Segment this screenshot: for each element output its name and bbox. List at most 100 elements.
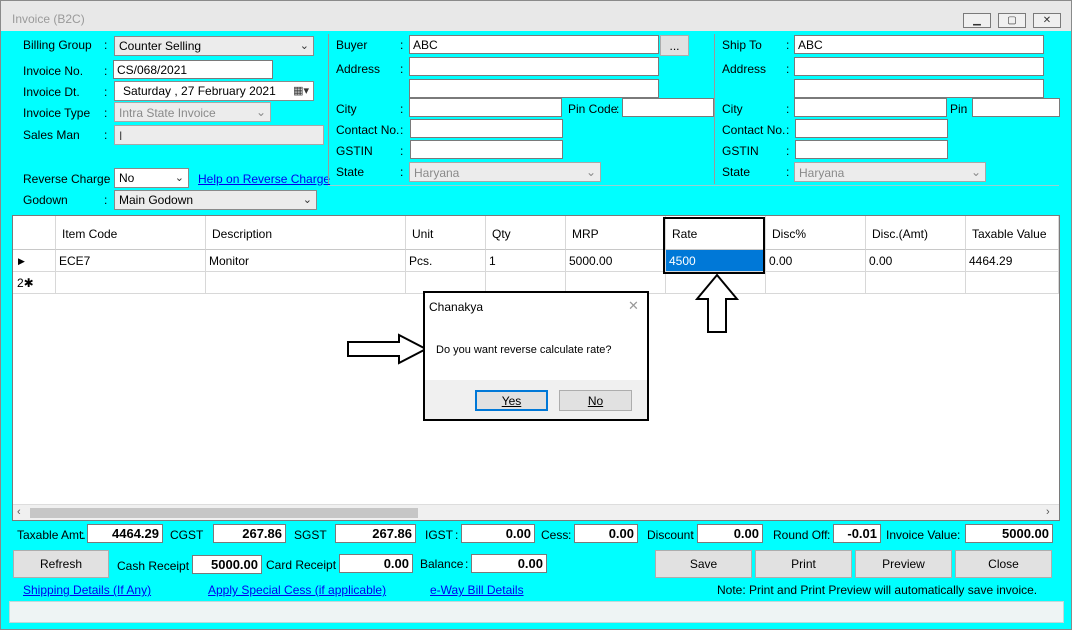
cell-qty[interactable]: 1 (486, 250, 566, 272)
buyer-address-line2[interactable] (409, 79, 659, 98)
scroll-left-icon[interactable]: ‹ (17, 506, 21, 518)
row-selector-icon[interactable]: ▶ (13, 250, 56, 272)
invoice-type-select: Intra State Invoice ⌄ (114, 102, 271, 122)
chevron-down-icon: ⌄ (585, 165, 596, 179)
no-button[interactable]: No (559, 390, 632, 411)
preview-button[interactable]: Preview (855, 550, 952, 578)
yes-button[interactable]: Yes (475, 390, 548, 411)
column-header-item-code[interactable]: Item Code (56, 216, 206, 250)
buyer-field[interactable]: ABC (409, 35, 659, 54)
confirm-dialog: Chanakya ✕ Do you want reverse calculate… (423, 291, 649, 421)
close-button[interactable]: Close (955, 550, 1052, 578)
close-icon: ✕ (1042, 15, 1052, 26)
scrollbar-thumb[interactable] (30, 508, 418, 518)
row-header-corner (13, 216, 56, 250)
window-title: Invoice (B2C) (12, 12, 85, 26)
up-arrow-icon (695, 273, 739, 333)
close-window-button[interactable]: ✕ (1033, 13, 1061, 28)
sales-man-label: Sales Man (23, 128, 80, 142)
cell-disc-pct[interactable]: 0.00 (766, 250, 866, 272)
card-receipt-field[interactable]: 0.00 (339, 554, 413, 573)
sales-man-field[interactable]: I (114, 125, 324, 145)
cess-value: 0.00 (574, 524, 638, 543)
new-row-marker[interactable]: 2✱ (13, 272, 56, 294)
chevron-down-icon: ⌄ (970, 165, 981, 179)
new-row-cell[interactable] (866, 272, 966, 294)
pin-code-label: Pin Code (568, 102, 618, 116)
cell-unit[interactable]: Pcs. (406, 250, 486, 272)
cell-disc-amt[interactable]: 0.00 (866, 250, 966, 272)
ship-state-select: Haryana ⌄ (794, 162, 986, 182)
buyer-gstin-field[interactable] (410, 140, 563, 159)
contact-label: Contact No. (336, 123, 400, 137)
cash-receipt-field[interactable]: 5000.00 (192, 555, 262, 574)
title-bar: Invoice (B2C) ▁ ▢ ✕ (1, 1, 1071, 31)
reverse-charge-select[interactable]: No ⌄ (114, 168, 189, 188)
godown-select[interactable]: Main Godown ⌄ (114, 190, 317, 210)
taxable-amt-value: 4464.29 (87, 524, 163, 543)
cell-item-code[interactable]: ECE7 (56, 250, 206, 272)
godown-label: Godown (23, 193, 68, 207)
ship-pin-field[interactable] (972, 98, 1060, 117)
shipping-details-link[interactable]: Shipping Details (If Any) (23, 583, 151, 597)
cell-taxable-value[interactable]: 4464.29 (966, 250, 1059, 272)
ship-gstin-field[interactable] (795, 140, 948, 159)
column-header-unit[interactable]: Unit (406, 216, 486, 250)
discount-field[interactable]: 0.00 (697, 524, 763, 543)
cess-label: Cess (541, 528, 569, 542)
chevron-down-icon: ⌄ (255, 105, 266, 119)
dialog-close-icon[interactable]: ✕ (628, 298, 639, 314)
buyer-pin-field[interactable] (622, 98, 714, 117)
cash-receipt-label: Cash Receipt (117, 559, 190, 573)
column-header-disc-pct[interactable]: Disc% (766, 216, 866, 250)
buyer-address-line1[interactable] (409, 57, 659, 76)
column-header-taxable-value[interactable]: Taxable Value (966, 216, 1059, 250)
new-row-cell[interactable] (206, 272, 406, 294)
scroll-right-icon[interactable]: › (1046, 506, 1050, 518)
invoice-type-label: Invoice Type (23, 106, 91, 120)
column-header-disc-amt[interactable]: Disc.(Amt) (866, 216, 966, 250)
refresh-button[interactable]: Refresh (13, 550, 109, 578)
new-row-cell[interactable] (966, 272, 1059, 294)
ship-contact-field[interactable] (795, 119, 948, 138)
column-header-mrp[interactable]: MRP (566, 216, 666, 250)
city-label: City (336, 102, 357, 116)
buyer-state-select: Haryana ⌄ (409, 162, 601, 182)
column-header-description[interactable]: Description (206, 216, 406, 250)
new-row-cell[interactable] (56, 272, 206, 294)
eway-bill-link[interactable]: e-Way Bill Details (430, 583, 524, 597)
cell-description[interactable]: Monitor (206, 250, 406, 272)
ship-address-label: Address (722, 62, 767, 76)
browse-buyer-button[interactable]: ... (660, 35, 689, 56)
ship-to-field[interactable]: ABC (794, 35, 1044, 54)
buyer-city-field[interactable] (409, 98, 562, 117)
maximize-button[interactable]: ▢ (998, 13, 1026, 28)
new-row-cell[interactable] (766, 272, 866, 294)
billing-group-select[interactable]: Counter Selling ⌄ (114, 36, 314, 56)
invoice-no-label: Invoice No. (23, 64, 84, 78)
horizontal-scrollbar[interactable]: ‹ › (13, 504, 1059, 520)
right-arrow-icon (347, 333, 429, 365)
chevron-down-icon: ⌄ (174, 172, 184, 184)
invoice-date-picker[interactable]: Saturday , 27 February 2021 ▦▾ (114, 81, 314, 101)
save-button[interactable]: Save (655, 550, 752, 578)
ship-contact-label: Contact No. (722, 123, 786, 137)
ship-address-line1[interactable] (794, 57, 1044, 76)
status-bar (9, 601, 1064, 623)
sgst-value: 267.86 (335, 524, 416, 543)
special-cess-link[interactable]: Apply Special Cess (if applicable) (208, 583, 386, 597)
invoice-dt-label: Invoice Dt. (23, 85, 80, 99)
print-button[interactable]: Print (755, 550, 852, 578)
buyer-contact-field[interactable] (410, 119, 563, 138)
invoice-no-field[interactable]: CS/068/2021 (113, 60, 273, 79)
ship-city-field[interactable] (794, 98, 947, 117)
minimize-button[interactable]: ▁ (963, 13, 991, 28)
cgst-label: CGST (170, 528, 204, 542)
round-off-value: -0.01 (833, 524, 881, 543)
ship-address-line2[interactable] (794, 79, 1044, 98)
cell-mrp[interactable]: 5000.00 (566, 250, 666, 272)
dialog-message: Do you want reverse calculate rate? (436, 344, 612, 356)
column-header-qty[interactable]: Qty (486, 216, 566, 250)
invoice-window: Invoice (B2C) ▁ ▢ ✕ Billing Group : Coun… (0, 0, 1072, 630)
reverse-charge-help-link[interactable]: Help on Reverse Charge (198, 172, 330, 186)
